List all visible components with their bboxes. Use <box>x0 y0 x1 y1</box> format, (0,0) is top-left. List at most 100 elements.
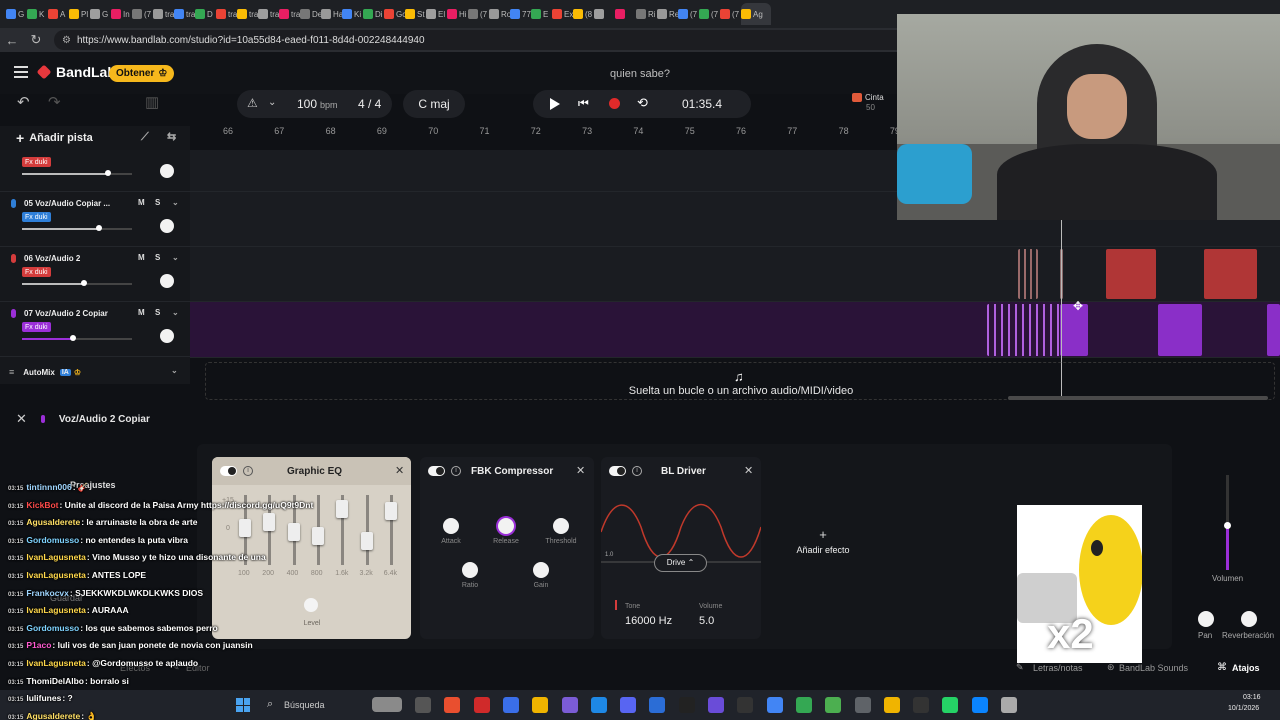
track-header[interactable]: 07 Voz/Audio 2 Copiar M S ⌄ Fx duki <box>0 302 190 357</box>
chevron-down-icon[interactable]: ⌄ <box>172 253 179 262</box>
browser-tab[interactable]: Ki <box>342 3 363 25</box>
eq-band-fader[interactable] <box>384 502 397 520</box>
play-icon[interactable] <box>550 98 560 110</box>
fx-badge[interactable]: Fx duki <box>22 322 51 332</box>
back-icon[interactable]: ← <box>0 33 24 48</box>
track-lane-7[interactable] <box>190 302 1280 358</box>
taskbar-app-icon[interactable] <box>415 697 431 713</box>
clock-time[interactable]: 03:16 <box>1243 694 1261 701</box>
drop-zone[interactable]: ♫ Suelta un bucle o un archivo audio/MID… <box>205 362 1275 400</box>
taskbar-app-icon[interactable] <box>620 697 637 713</box>
taskbar-app-icon[interactable] <box>649 697 666 713</box>
browser-tab[interactable]: Ag <box>741 3 771 25</box>
bandlab-logo[interactable]: BandLab <box>36 64 116 80</box>
info-icon[interactable]: i <box>243 466 253 476</box>
solo-button[interactable]: S <box>155 308 160 317</box>
track-volume-slider[interactable] <box>22 280 132 286</box>
browser-tab[interactable] <box>615 3 636 25</box>
solo-button[interactable]: S <box>155 253 160 262</box>
compressor-enable-toggle[interactable] <box>428 466 445 476</box>
shortcuts-button[interactable]: Atajos <box>1232 663 1260 673</box>
taskbar-app-icon[interactable] <box>590 697 607 713</box>
metronome-icon[interactable]: ⚠ <box>247 96 258 110</box>
address-bar[interactable]: ⚙ https://www.bandlab.com/studio?id=10a5… <box>54 30 934 50</box>
browser-tab[interactable]: Ri <box>636 3 657 25</box>
volume-knob[interactable] <box>96 225 102 231</box>
track-volume-slider[interactable] <box>22 170 132 176</box>
browser-tab[interactable]: tra <box>258 3 279 25</box>
mute-button[interactable]: M <box>138 253 145 262</box>
browser-tab[interactable]: De <box>300 3 321 25</box>
mixer-icon[interactable]: ▥ <box>145 93 159 111</box>
browser-tab[interactable]: Re <box>657 3 678 25</box>
track-header[interactable]: 06 Voz/Audio 2 M S ⌄ Fx duki <box>0 247 190 302</box>
taskbar-app-icon[interactable] <box>708 697 724 713</box>
track-lane-6[interactable] <box>190 247 1280 302</box>
browser-tab[interactable]: Gc <box>384 3 405 25</box>
reverb-knob[interactable] <box>1241 611 1257 627</box>
bandlab-sounds-button[interactable]: BandLab Sounds <box>1119 663 1188 673</box>
taskbar-app-icon[interactable] <box>737 697 754 713</box>
info-icon[interactable]: i <box>451 466 461 476</box>
lyrics-button[interactable]: Letras/notas <box>1033 663 1083 673</box>
redo-icon[interactable]: ↷ <box>48 93 61 111</box>
browser-tab[interactable]: (7 <box>132 3 153 25</box>
time-signature[interactable]: 4 / 4 <box>358 97 381 111</box>
browser-tab[interactable]: G <box>6 3 27 25</box>
solo-button[interactable]: S <box>155 198 160 207</box>
volume-value[interactable]: 5.0 <box>699 615 714 627</box>
browser-tab[interactable]: A <box>48 3 69 25</box>
chevron-down-icon[interactable]: ⌄ <box>172 308 179 317</box>
fx-badge[interactable]: Fx duki <box>22 212 51 222</box>
key-selector[interactable]: C maj <box>403 90 465 118</box>
track-name[interactable]: 06 Voz/Audio 2 <box>24 254 80 263</box>
undo-icon[interactable]: ↶ <box>17 93 30 111</box>
browser-tab[interactable]: Ro <box>489 3 510 25</box>
browser-tab[interactable]: E <box>531 3 552 25</box>
compressor-knob[interactable] <box>533 562 549 578</box>
get-membership-button[interactable]: Obtener ♔ <box>109 65 175 82</box>
volume-knob[interactable] <box>1224 522 1231 529</box>
menu-icon[interactable] <box>14 66 28 78</box>
bpm-value[interactable]: 100 bpm <box>297 97 338 111</box>
taskbar-app-icon[interactable] <box>561 697 578 713</box>
pan-knob[interactable] <box>160 219 174 233</box>
driver-enable-toggle[interactable] <box>609 466 626 476</box>
browser-tab[interactable]: In <box>111 3 132 25</box>
taskbar-app-icon[interactable] <box>502 697 519 713</box>
fx-badge[interactable]: Fx duki <box>22 267 51 277</box>
taskbar-app-icon[interactable] <box>532 697 549 713</box>
browser-tab[interactable]: Ha <box>321 3 342 25</box>
browser-tab[interactable]: (7 <box>678 3 699 25</box>
browser-tab[interactable]: tra <box>237 3 258 25</box>
browser-tab[interactable]: (7 <box>468 3 489 25</box>
audio-clip[interactable] <box>1106 249 1156 299</box>
taskbar-app-icon[interactable] <box>1001 697 1017 713</box>
browser-tab[interactable]: Ex <box>552 3 573 25</box>
taskbar-app-icon[interactable] <box>473 697 490 713</box>
track-name[interactable]: 07 Voz/Audio 2 Copiar <box>24 309 108 318</box>
track-volume-slider[interactable] <box>22 335 132 341</box>
close-icon[interactable]: ✕ <box>16 411 27 427</box>
add-effect-button[interactable]: + Añadir efecto <box>784 527 862 555</box>
taskbar-app-icon[interactable] <box>971 697 988 713</box>
track-volume-slider[interactable] <box>22 225 132 231</box>
fx-badge[interactable]: Fx duki <box>22 157 51 167</box>
track-header[interactable]: 05 Voz/Audio Copiar ... M S ⌄ Fx duki <box>0 192 190 247</box>
reload-icon[interactable]: ↻ <box>24 32 48 48</box>
tone-value[interactable]: 16000 Hz <box>625 615 672 627</box>
taskbar-app-icon[interactable] <box>913 697 930 713</box>
taskbar-app-icon[interactable] <box>766 697 783 713</box>
audio-clip[interactable] <box>1018 249 1038 299</box>
taskbar-app-icon[interactable] <box>825 697 842 713</box>
chevron-down-icon[interactable]: ⌄ <box>172 198 179 207</box>
audio-clip[interactable] <box>1158 304 1202 356</box>
browser-tab[interactable]: tra <box>216 3 237 25</box>
mute-button[interactable]: M <box>138 198 145 207</box>
taskbar-app-icon[interactable] <box>854 697 871 713</box>
taskbar-app-icon[interactable] <box>883 697 900 713</box>
clock-date[interactable]: 10/1/2026 <box>1228 705 1259 712</box>
chevron-down-icon[interactable]: ⌄ <box>171 366 178 375</box>
compressor-knob[interactable] <box>462 562 478 578</box>
automix-row[interactable]: ≡ AutoMix IA ♔ ⌄ <box>0 360 190 384</box>
